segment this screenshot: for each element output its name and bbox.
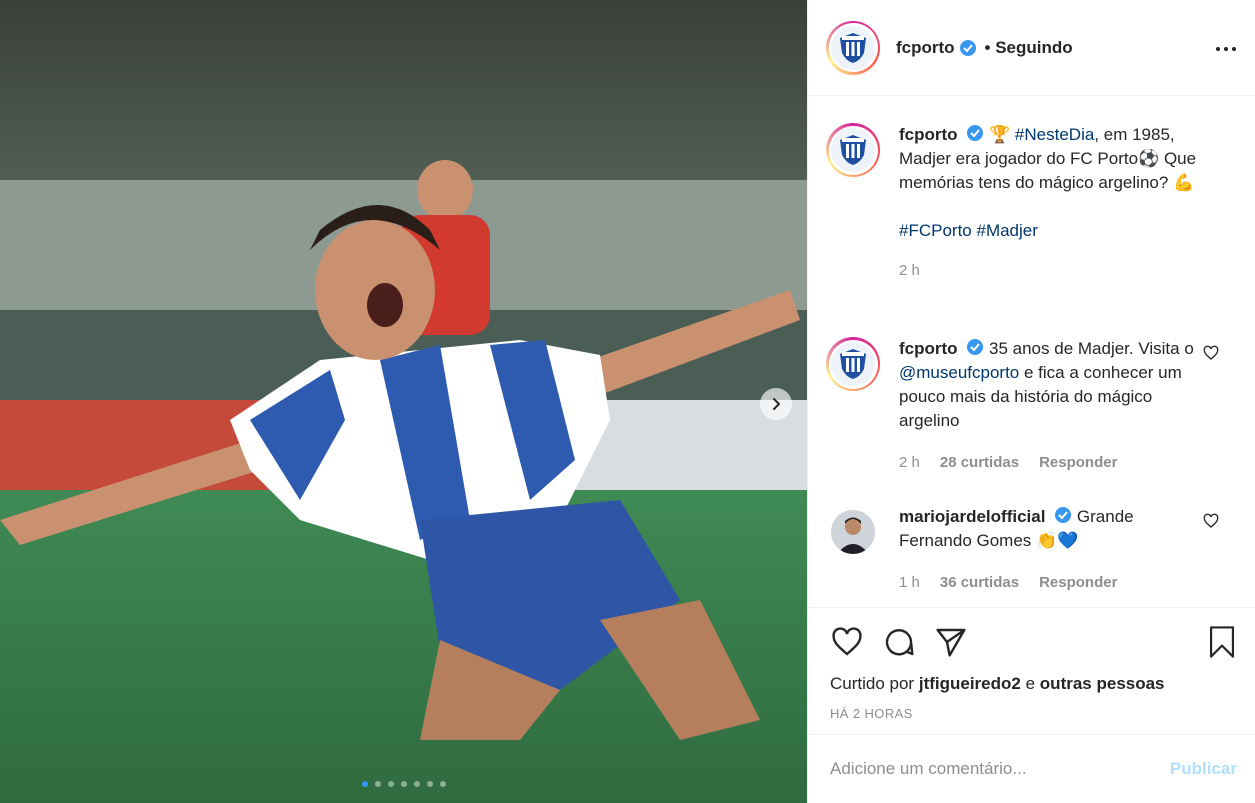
- slide-dot: [439, 781, 446, 787]
- caption-time[interactable]: 2 h: [899, 259, 920, 283]
- heart-icon[interactable]: [1203, 345, 1219, 361]
- post-side-panel: fcporto • Seguindo fcporto 🏆 #NesteDia, …: [807, 0, 1255, 803]
- slide-dot: [426, 781, 433, 787]
- trophy-emoji: 🏆: [989, 125, 1011, 144]
- liked-by-line: Curtido por jtfigueiredo2 e outras pesso…: [830, 674, 1237, 694]
- comment-username[interactable]: fcporto: [899, 339, 958, 358]
- user-avatar-icon: [831, 510, 875, 554]
- fcporto-crest-icon: [840, 349, 866, 379]
- comment-bubble-icon[interactable]: [882, 626, 916, 658]
- fcporto-crest-icon: [840, 32, 866, 63]
- reply-button[interactable]: Responder: [1039, 571, 1117, 595]
- publish-button[interactable]: Publicar: [1170, 759, 1237, 779]
- hashtag-link[interactable]: #FCPorto: [899, 221, 972, 240]
- avatar[interactable]: [826, 337, 880, 391]
- more-options-icon[interactable]: [1215, 38, 1237, 60]
- comment-item: mariojardelofficial Grande Fernando Gome…: [826, 505, 1237, 595]
- mention-link[interactable]: @museufcporto: [899, 363, 1019, 382]
- post-timestamp[interactable]: HÁ 2 HORAS: [830, 706, 1237, 721]
- comment-time[interactable]: 2 h: [899, 451, 920, 475]
- slide-dot: [361, 781, 368, 787]
- slide-dot: [387, 781, 394, 787]
- heart-icon[interactable]: [830, 626, 864, 658]
- comment-text: 35 anos de Madjer. Visita o: [989, 339, 1194, 358]
- liked-by-user-link[interactable]: jtfigueiredo2: [919, 674, 1021, 693]
- verified-badge-icon: [967, 125, 984, 141]
- post-caption: fcporto 🏆 #NesteDia, em 1985, Madjer era…: [826, 123, 1237, 283]
- slide-dot: [374, 781, 381, 787]
- add-comment-bar: Publicar: [808, 734, 1255, 803]
- post-photo[interactable]: [0, 0, 807, 803]
- paper-plane-icon[interactable]: [934, 626, 968, 658]
- avatar[interactable]: [826, 123, 880, 177]
- verified-badge-icon: [1055, 507, 1072, 523]
- comment-username[interactable]: mariojardelofficial: [899, 507, 1045, 526]
- liked-by-others-link[interactable]: outras pessoas: [1040, 674, 1165, 693]
- slide-indicator: [0, 781, 807, 787]
- comment-likes[interactable]: 36 curtidas: [940, 571, 1019, 595]
- slide-dot: [400, 781, 407, 787]
- bookmark-icon[interactable]: [1207, 625, 1237, 659]
- verified-badge-icon: [959, 39, 976, 56]
- comment-time[interactable]: 1 h: [899, 571, 920, 595]
- comment-input[interactable]: [830, 759, 1170, 779]
- post-actions: Curtido por jtfigueiredo2 e outras pesso…: [808, 607, 1255, 735]
- liked-by-prefix: Curtido por: [830, 674, 915, 693]
- follow-state-button[interactable]: • Seguindo: [985, 38, 1073, 58]
- avatar[interactable]: [826, 505, 880, 559]
- fcporto-crest-icon: [840, 135, 866, 165]
- comment-likes[interactable]: 28 curtidas: [940, 451, 1019, 475]
- post-image: [0, 0, 807, 803]
- next-slide-button[interactable]: [760, 388, 792, 420]
- liked-by-middle: e: [1025, 674, 1036, 693]
- comment-item: fcporto 35 anos de Madjer. Visita o @mus…: [826, 337, 1237, 475]
- avatar[interactable]: [826, 20, 880, 75]
- hashtag-link[interactable]: #Madjer: [976, 221, 1037, 240]
- comments-list: fcporto 🏆 #NesteDia, em 1985, Madjer era…: [808, 97, 1255, 607]
- hashtag-link[interactable]: #NesteDia: [1015, 125, 1094, 144]
- author-username[interactable]: fcporto: [896, 38, 955, 58]
- heart-icon[interactable]: [1203, 513, 1219, 529]
- chevron-right-icon: [773, 398, 780, 410]
- post-header: fcporto • Seguindo: [808, 0, 1255, 96]
- reply-button[interactable]: Responder: [1039, 451, 1117, 475]
- verified-badge-icon: [967, 339, 984, 355]
- caption-username[interactable]: fcporto: [899, 125, 958, 144]
- slide-dot: [413, 781, 420, 787]
